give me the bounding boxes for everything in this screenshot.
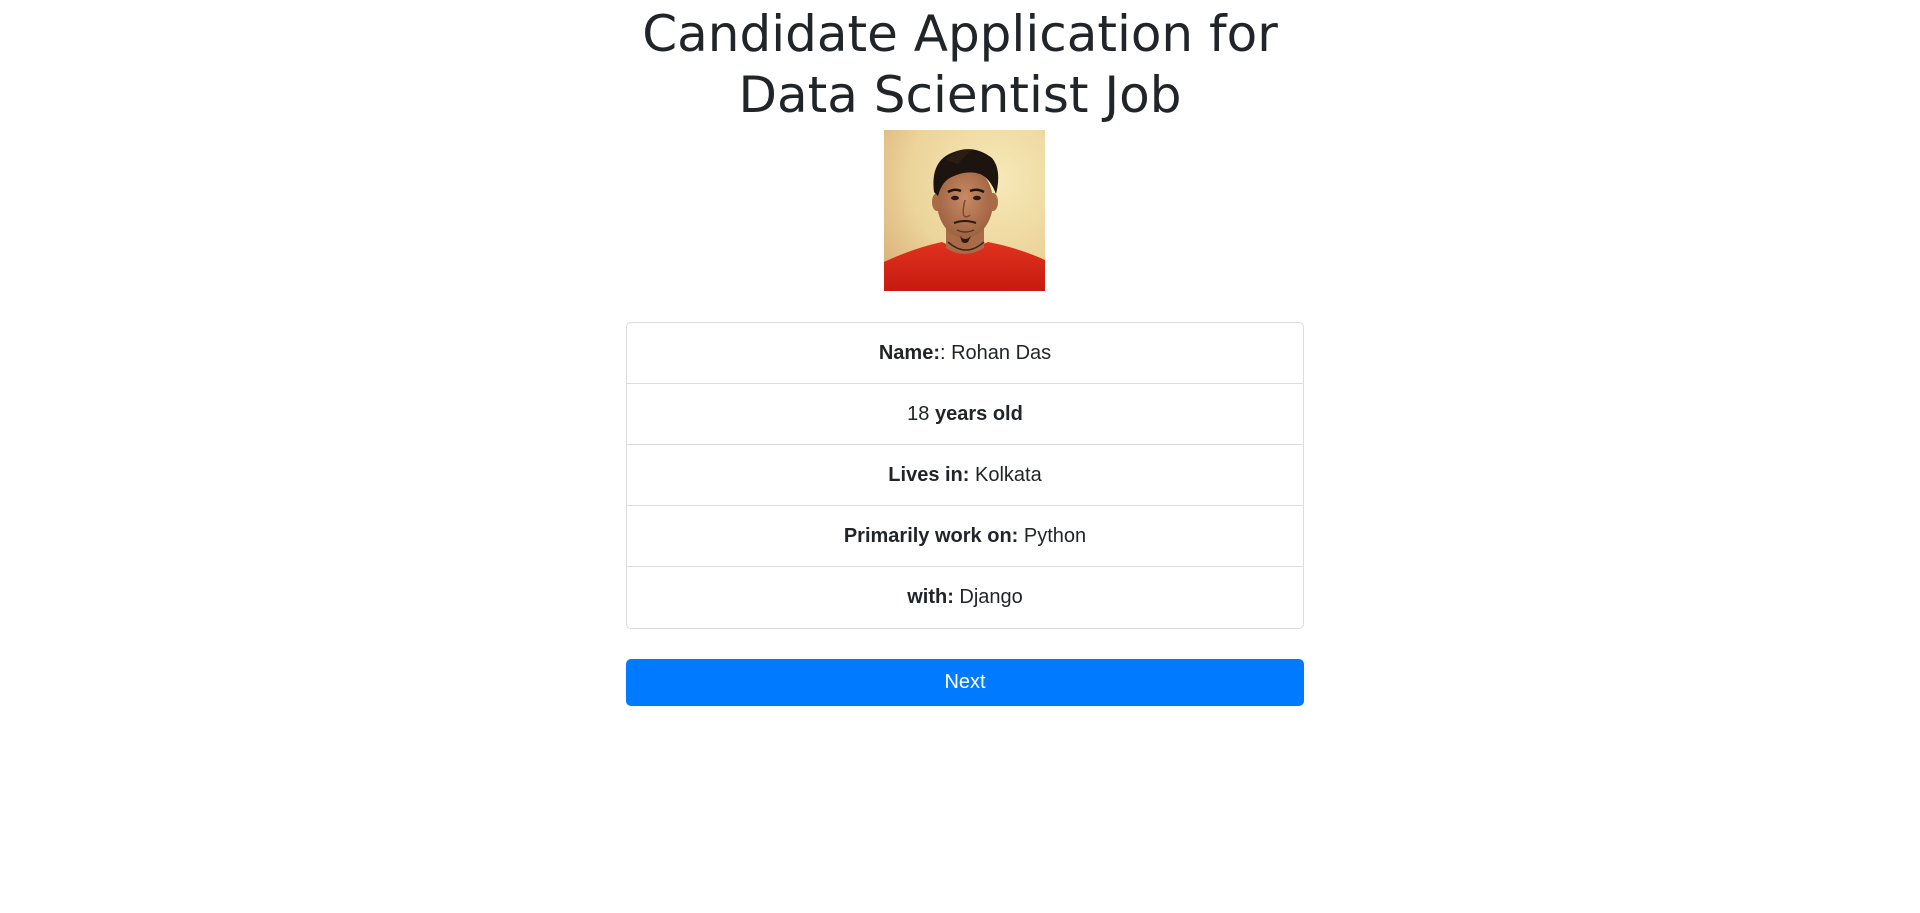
candidate-photo (884, 130, 1045, 291)
list-item-location: Lives in: Kolkata (627, 445, 1303, 506)
title-line-1: Candidate Application for (642, 5, 1278, 63)
list-item-primary-language: Primarily work on: Python (627, 506, 1303, 567)
list-item-name: Name:: Rohan Das (627, 323, 1303, 384)
primary-language-value: Python (1018, 524, 1087, 547)
name-label: Name: (878, 341, 940, 364)
candidate-photo-image (884, 130, 1045, 291)
title-line-2: Data Scientist Job (738, 66, 1182, 124)
next-button[interactable]: Next (626, 659, 1304, 706)
page-title: Candidate Application for Data Scientist… (0, 4, 1920, 126)
framework-value: Django (953, 586, 1023, 608)
age-label: years old (934, 402, 1023, 425)
location-label: Lives in: (888, 463, 970, 486)
framework-label: with: (907, 586, 954, 608)
name-value: : Rohan Das (939, 341, 1052, 364)
location-value: Kolkata (969, 463, 1042, 486)
age-value: 18 (907, 402, 935, 425)
list-item-age: 18 years old (627, 384, 1303, 445)
application-page: Candidate Application for Data Scientist… (0, 0, 1920, 913)
candidate-details-list: Name:: Rohan Das 18 years old Lives in: … (626, 322, 1304, 629)
list-item-framework: with: Django (627, 567, 1303, 628)
primary-language-label: Primarily work on: (843, 524, 1019, 547)
